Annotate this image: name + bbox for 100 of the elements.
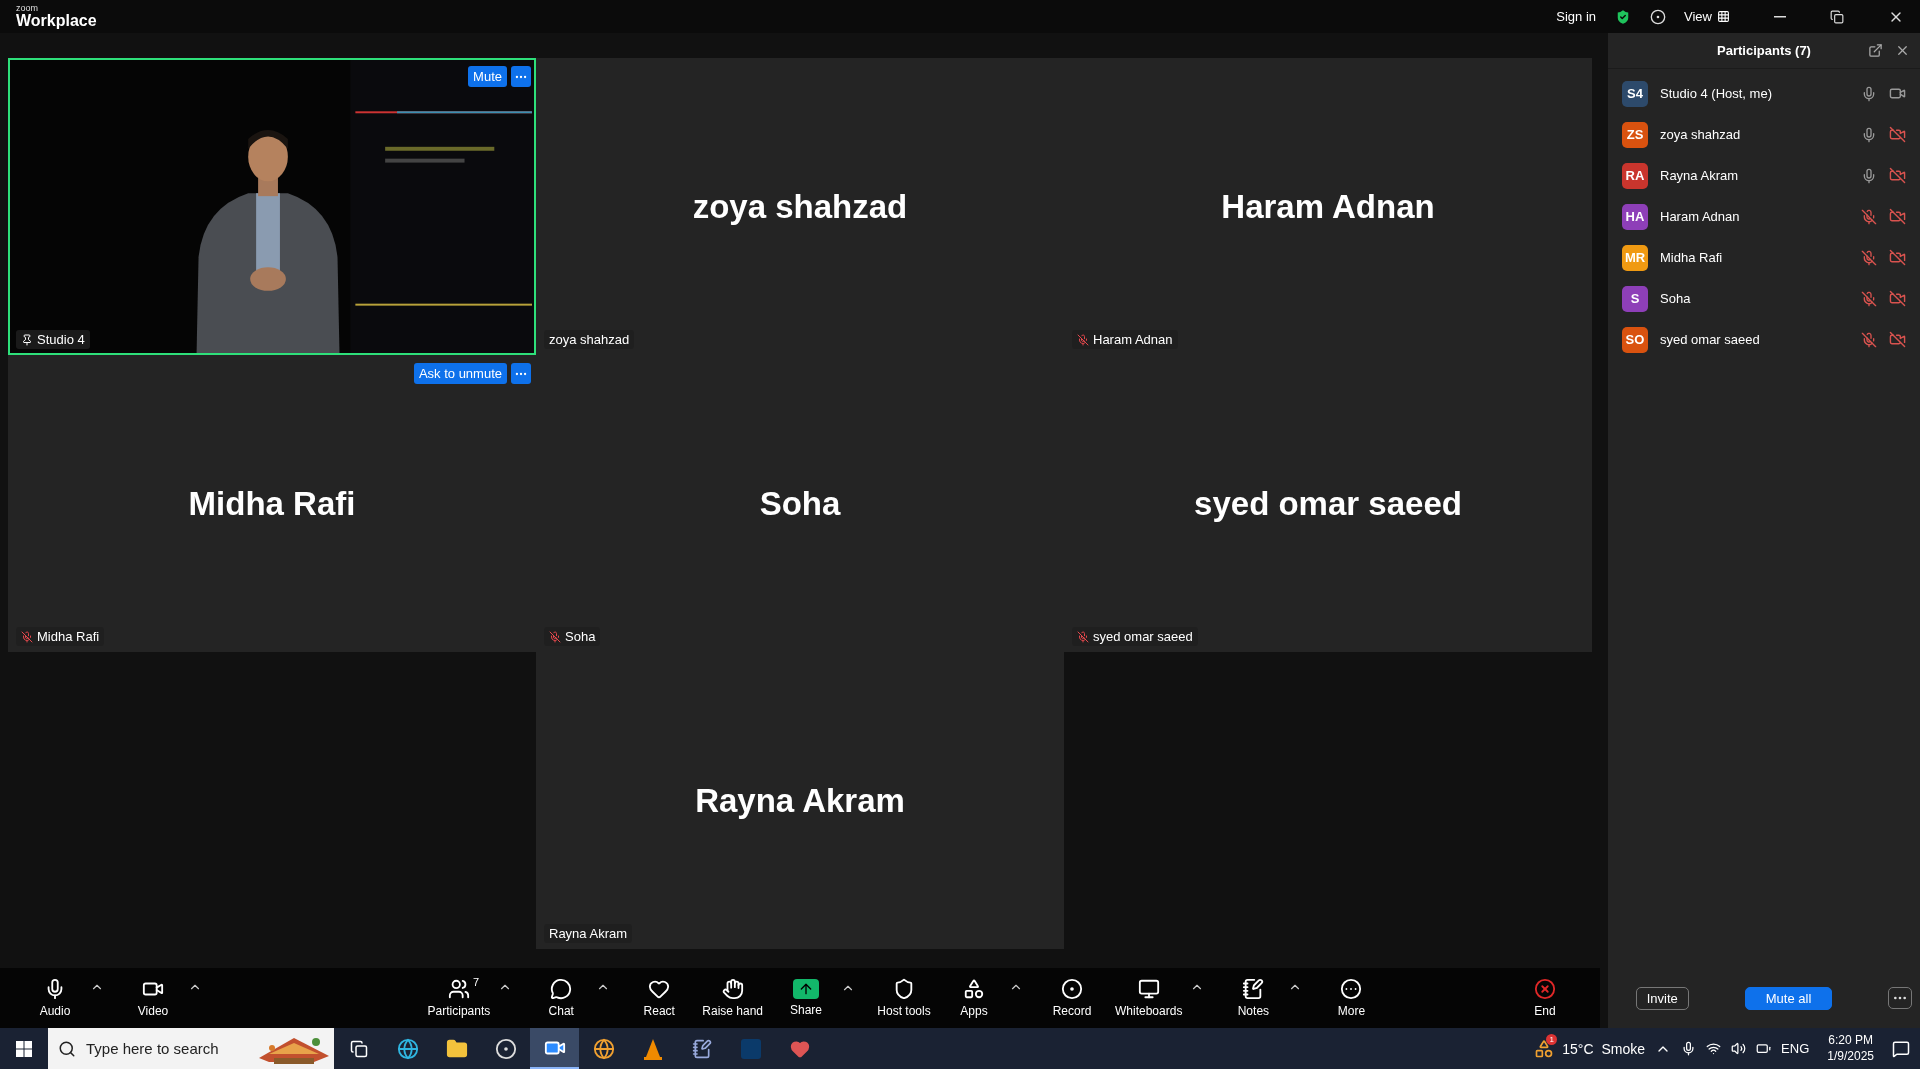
toolbar-button[interactable]: Participants 7 <box>419 978 499 1018</box>
avatar: MR <box>1622 244 1648 271</box>
participant-name: Haram Adnan <box>1221 187 1435 226</box>
close-icon[interactable] <box>1895 43 1910 58</box>
video-tile[interactable]: Rayna Akram Rayna Akram <box>536 652 1064 949</box>
toolbar-button[interactable]: Chat <box>526 978 597 1018</box>
search-icon <box>58 1039 76 1058</box>
participant-row[interactable]: RA Rayna Akram <box>1608 155 1920 196</box>
microphone-icon[interactable] <box>1681 1041 1697 1056</box>
people-icon <box>447 978 470 1000</box>
toolbar-button[interactable]: End <box>1510 978 1580 1018</box>
camera-off-icon[interactable] <box>1889 331 1906 348</box>
overlay-action-button[interactable]: Mute <box>468 66 507 87</box>
muted-mic-icon <box>549 630 561 643</box>
search-input[interactable]: Type here to search <box>84 1039 244 1058</box>
more-icon <box>1340 978 1363 1000</box>
avatar: SO <box>1622 326 1648 353</box>
panel-button[interactable]: Invite <box>1635 986 1689 1010</box>
network-icon[interactable] <box>1706 1041 1722 1056</box>
participant-name: Rayna Akram <box>695 781 905 820</box>
participant-row[interactable]: HA Haram Adnan <box>1608 196 1920 237</box>
toolbar-button[interactable]: Raise hand <box>694 978 771 1018</box>
toolbar-button[interactable]: Video <box>118 978 188 1018</box>
participant-name: Haram Adnan <box>1660 209 1741 224</box>
participant-row[interactable]: MR Midha Rafi <box>1608 237 1920 278</box>
logo-small: zoom <box>16 4 39 13</box>
toolbar-button[interactable]: Host tools <box>869 978 939 1018</box>
camera-off-icon[interactable] <box>1889 126 1906 143</box>
muted-mic-icon[interactable] <box>1861 331 1877 348</box>
toolbar-button[interactable]: React <box>624 978 695 1018</box>
participant-row[interactable]: S4 Studio 4 (Host, me) <box>1608 73 1920 114</box>
muted-mic-icon <box>21 630 33 643</box>
avatar: S4 <box>1622 80 1648 107</box>
participant-name: Soha <box>1660 291 1692 306</box>
toolbar-button[interactable]: Apps <box>939 978 1009 1018</box>
more-button[interactable] <box>1888 987 1913 1009</box>
camera-off-icon[interactable] <box>1889 290 1906 307</box>
muted-mic-icon[interactable] <box>1861 208 1877 225</box>
muted-mic-icon <box>1077 333 1089 346</box>
tile-label-text: Studio 4 <box>37 332 85 347</box>
participant-name: zoya shahzad <box>692 187 908 226</box>
language-indicator[interactable]: ENG <box>1781 1041 1810 1056</box>
participant-row[interactable]: SO syed omar saeed <box>1608 319 1920 360</box>
video-tile[interactable]: Soha Soha <box>536 355 1064 652</box>
participant-name: Midha Rafi <box>1660 250 1724 265</box>
participant-row[interactable]: ZS zoya shahzad <box>1608 114 1920 155</box>
tile-label-text: Haram Adnan <box>1093 332 1173 347</box>
panel-button[interactable]: Mute all <box>1744 986 1833 1010</box>
globe-icon <box>396 1037 419 1060</box>
minimize-icon <box>1774 15 1786 18</box>
record-status-icon[interactable] <box>1650 8 1667 25</box>
toolbar-button[interactable]: Record <box>1037 978 1107 1018</box>
tile-label-text: syed omar saeed <box>1093 629 1193 644</box>
participant-name: syed omar saeed <box>1660 332 1761 347</box>
camera-off-icon[interactable] <box>1889 167 1906 184</box>
video-tile[interactable]: syed omar saeed syed omar saeed <box>1064 355 1592 652</box>
weather-text: Smoke <box>1601 1040 1646 1057</box>
cone-icon <box>642 1037 663 1060</box>
taskbar-button[interactable] <box>530 1028 579 1069</box>
more-button[interactable] <box>511 66 531 87</box>
pop-out-icon[interactable] <box>1868 43 1883 58</box>
clock[interactable]: 6:20 PM 1/9/2025 <box>1819 1032 1882 1065</box>
speaker-icon[interactable] <box>1731 1041 1747 1056</box>
notifications-icon[interactable] <box>1892 1039 1910 1058</box>
video-tile[interactable]: Studio 4 Mute <box>8 58 536 355</box>
app-logo: Workplace <box>16 13 97 29</box>
more-button[interactable] <box>511 363 531 384</box>
pin-icon <box>21 333 33 346</box>
video-tile[interactable]: Midha Rafi Midha Rafi Ask to unmute <box>8 355 536 652</box>
participant-name: zoya shahzad <box>1660 127 1742 142</box>
muted-mic-icon[interactable] <box>1861 249 1877 266</box>
toolbar-button[interactable]: More <box>1316 978 1387 1018</box>
view-button[interactable]: View <box>1684 9 1730 24</box>
battery-icon[interactable] <box>1756 1041 1772 1056</box>
video-tile[interactable]: zoya shahzad zoya shahzad <box>536 58 1064 355</box>
video-tile[interactable]: Haram Adnan Haram Adnan <box>1064 58 1592 355</box>
globe-icon <box>592 1037 615 1060</box>
shapes-icon <box>963 978 985 1000</box>
toolbar-button[interactable]: Audio <box>20 978 90 1018</box>
participant-row[interactable]: S Soha <box>1608 278 1920 319</box>
toolbar-button[interactable]: Notes <box>1218 978 1289 1018</box>
restore-icon <box>1830 9 1844 24</box>
avatar: HA <box>1622 203 1648 230</box>
temperature: 15°C <box>1562 1040 1594 1057</box>
circle-icon <box>494 1037 517 1060</box>
notification-badge: 1 <box>1546 1033 1558 1045</box>
camera-off-icon[interactable] <box>1889 249 1906 266</box>
notepad-icon <box>1242 978 1265 1000</box>
sign-in-link[interactable]: Sign in <box>1556 9 1597 24</box>
toolbar-button[interactable]: Whiteboards <box>1107 978 1191 1018</box>
heart-icon <box>789 1038 810 1059</box>
toolbar-button[interactable]: Share <box>771 979 841 1017</box>
chat-bubble-icon <box>550 978 573 1000</box>
share-icon <box>793 979 819 999</box>
camera-off-icon[interactable] <box>1889 208 1906 225</box>
participant-count: 7 <box>472 976 480 988</box>
overlay-action-button[interactable]: Ask to unmute <box>413 363 507 384</box>
square-app-icon <box>740 1038 761 1059</box>
windows-logo-icon <box>16 1040 32 1057</box>
muted-mic-icon[interactable] <box>1861 290 1877 307</box>
